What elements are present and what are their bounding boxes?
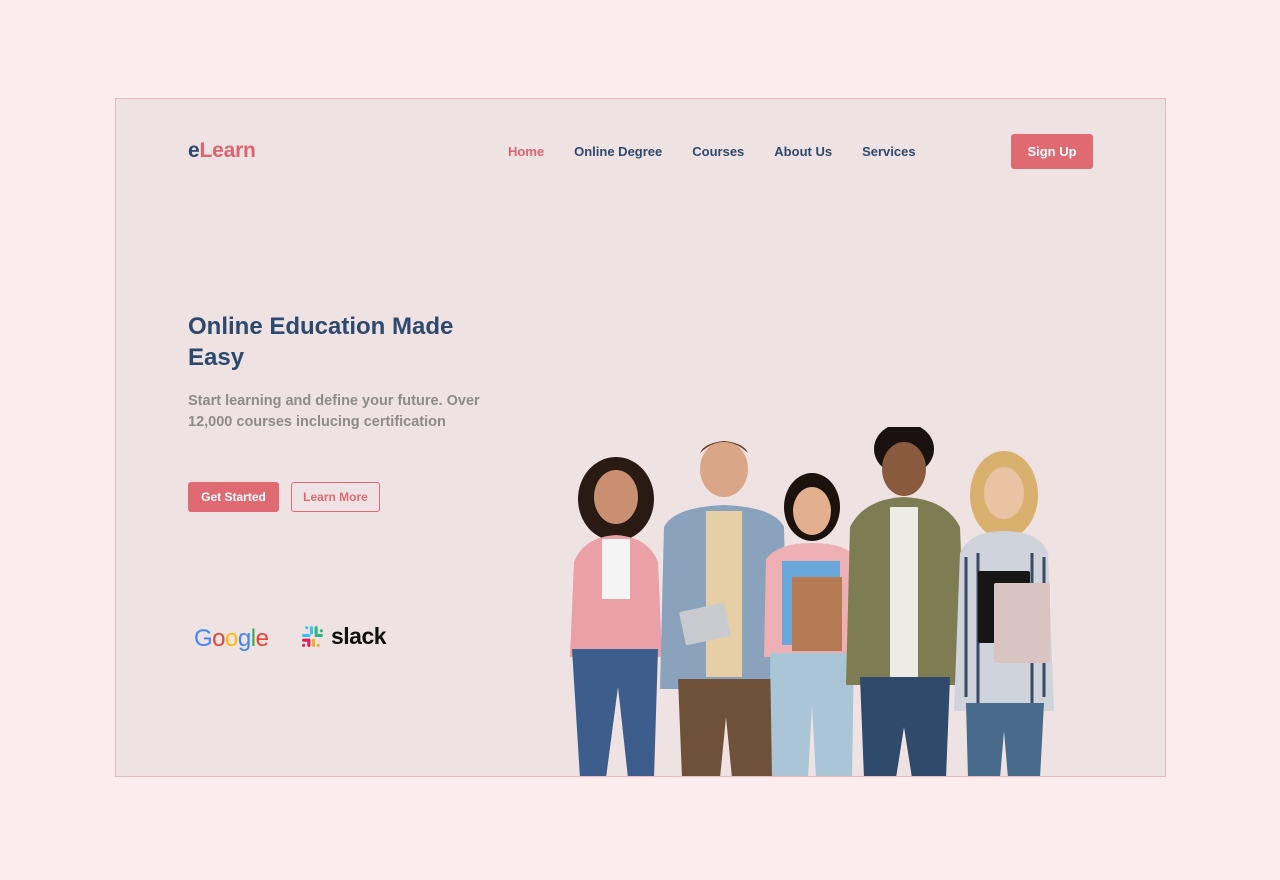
students-group-photo — [570, 427, 1054, 776]
student-figure — [570, 457, 662, 776]
slack-logo: slack — [300, 623, 387, 650]
google-letter: g — [237, 625, 251, 652]
google-letter: o — [225, 625, 238, 652]
sign-up-button[interactable]: Sign Up — [1011, 134, 1093, 169]
nav-item-online-degree[interactable]: Online Degree — [574, 144, 662, 159]
nav-item-courses[interactable]: Courses — [692, 144, 744, 159]
learn-more-button[interactable]: Learn More — [291, 482, 380, 512]
google-letter: o — [212, 625, 226, 652]
get-started-button[interactable]: Get Started — [188, 482, 279, 512]
nav-item-about-us[interactable]: About Us — [774, 144, 832, 159]
student-figure — [954, 451, 1054, 776]
google-letter: G — [194, 625, 213, 652]
slack-wordmark: slack — [331, 623, 387, 649]
student-figure — [764, 473, 860, 776]
hero-subtitle: Start learning and define your future. O… — [188, 393, 480, 430]
main-nav: Home Online Degree Courses About Us Serv… — [508, 144, 946, 159]
google-letter: e — [255, 625, 269, 652]
slack-icon — [302, 626, 323, 647]
landing-page-frame: eLearn Home Online Degree Courses About … — [115, 98, 1166, 777]
google-logo: Google — [194, 625, 269, 653]
nav-item-services[interactable]: Services — [862, 144, 916, 159]
nav-item-home[interactable]: Home — [508, 144, 544, 159]
brand-logo[interactable]: eLearn — [188, 139, 256, 163]
student-figure — [846, 427, 966, 776]
hero-title: Online Education Made Easy — [188, 313, 454, 371]
